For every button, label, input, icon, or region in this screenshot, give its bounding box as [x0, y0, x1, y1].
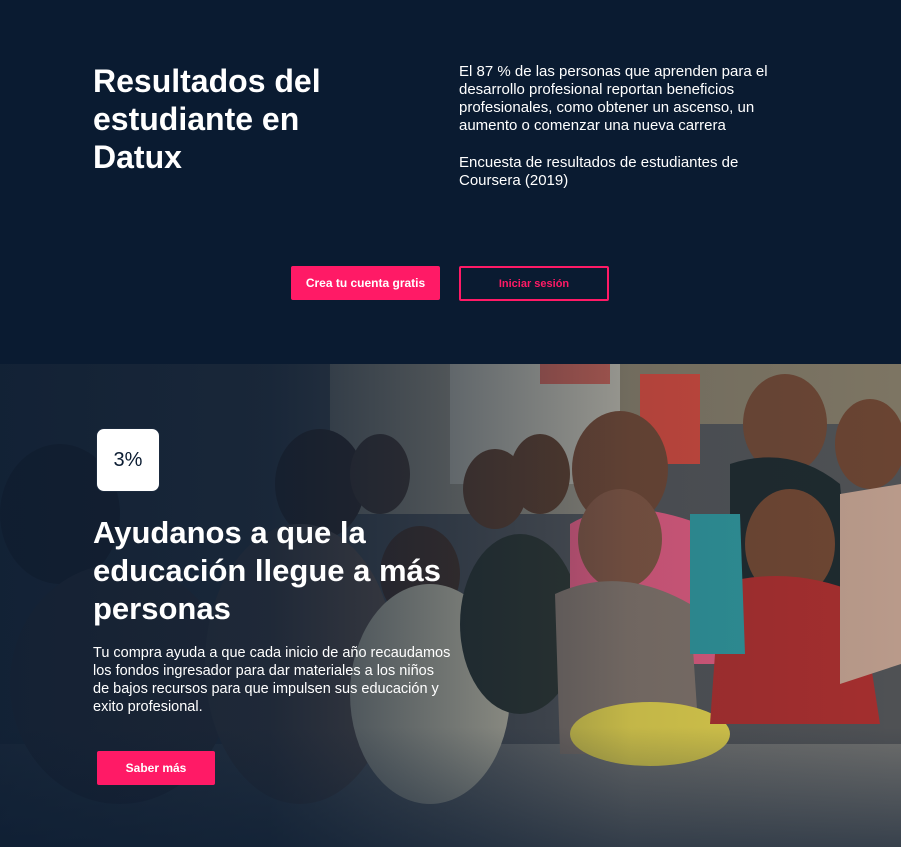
results-title: Resultados del estudiante en Datux: [93, 63, 321, 175]
donation-title: Ayudanos a que la educación llegue a más…: [93, 515, 442, 626]
donation-description: Tu compra ayuda a que cada inicio de año…: [93, 645, 451, 715]
percentage-badge: 3%: [96, 428, 160, 492]
results-section: Resultados del estudiante en Datux El 87…: [0, 0, 901, 364]
create-account-button[interactable]: Crea tu cuenta gratis: [291, 266, 440, 300]
learn-more-button[interactable]: Saber más: [97, 751, 215, 785]
photo-bottom-fade: [0, 727, 901, 847]
login-button[interactable]: Iniciar sesión: [459, 266, 609, 301]
results-source-text: Encuesta de resultados de estudiantes de…: [459, 154, 739, 189]
results-stat-text: El 87 % de las personas que aprenden par…: [459, 63, 768, 134]
percentage-badge-value: 3%: [113, 448, 143, 471]
